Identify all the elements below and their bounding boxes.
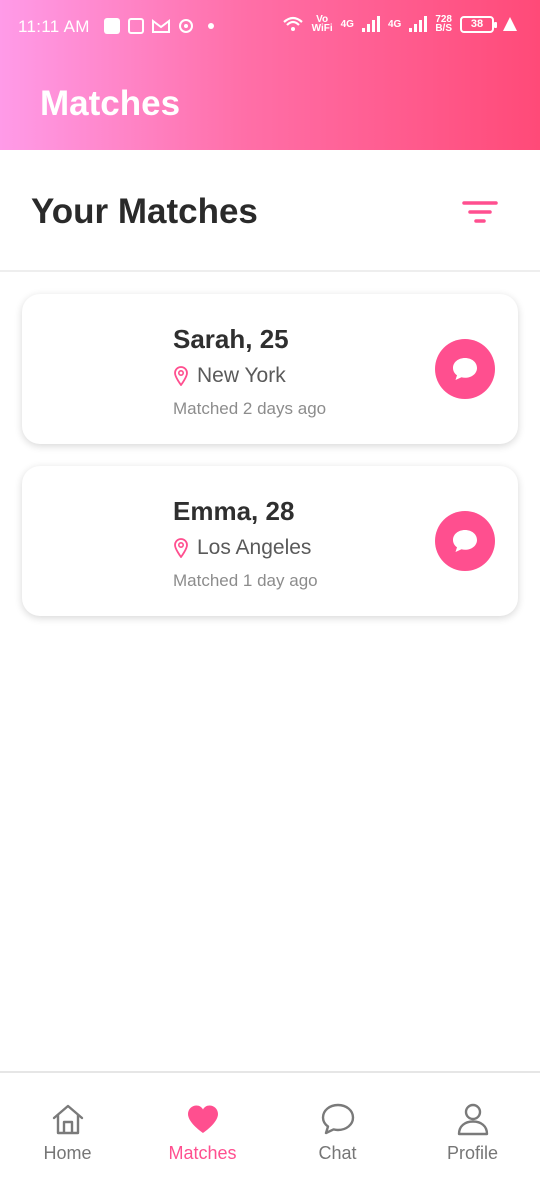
nav-home[interactable]: Home [0, 1073, 135, 1200]
section-header: Your Matches [0, 150, 540, 272]
nav-label: Chat [318, 1143, 357, 1163]
match-location: Los Angeles [173, 536, 311, 560]
gmail-icon [152, 19, 170, 33]
app-notification-icon [104, 18, 120, 34]
profile-icon [455, 1101, 491, 1137]
location-pin-icon [174, 366, 188, 386]
page-title: Your Matches [31, 192, 258, 231]
sim-icon [128, 18, 144, 34]
matched-time: Matched 1 day ago [173, 571, 318, 590]
match-name: Sarah, 25 [173, 324, 289, 354]
nav-profile[interactable]: Profile [405, 1073, 540, 1200]
signal-bars-1-icon [361, 16, 380, 32]
match-name: Emma, 28 [173, 496, 295, 526]
nav-label: Matches [168, 1143, 237, 1163]
match-location: New York [173, 364, 286, 388]
bottom-nav: Home Matches Chat Profile [0, 1071, 540, 1200]
match-card[interactable]: Sarah, 25 New York Matched 2 days ago [22, 294, 518, 444]
app-header: 11:11 AM Vo WiFi 4G 4G 728 B/S 38 Matche… [0, 0, 540, 150]
more-notifications-dot [208, 23, 214, 29]
nav-chat[interactable]: Chat [270, 1073, 405, 1200]
chat-bubble-icon [453, 358, 477, 380]
filter-button[interactable] [458, 192, 502, 232]
location-pin-icon [174, 538, 188, 558]
match-card[interactable]: Emma, 28 Los Angeles Matched 1 day ago [22, 466, 518, 616]
threads-icon [179, 19, 193, 33]
home-icon [50, 1101, 86, 1137]
chat-icon [320, 1101, 356, 1137]
alert-icon [503, 17, 517, 31]
network-speed: 728 B/S [435, 14, 452, 34]
nav-label: Profile [446, 1143, 499, 1163]
matches-list: Sarah, 25 New York Matched 2 days ago Em… [22, 294, 518, 638]
chat-button[interactable] [435, 511, 495, 571]
signal-bars-2-icon [409, 16, 428, 32]
filter-icon [462, 201, 498, 223]
heart-icon [185, 1101, 221, 1137]
nav-label: Home [43, 1143, 92, 1163]
notification-icons [104, 18, 214, 34]
signal-4g-label-1: 4G [340, 18, 354, 30]
location-text: Los Angeles [197, 536, 312, 559]
location-text: New York [197, 364, 286, 387]
signal-4g-label-2: 4G [387, 18, 402, 30]
battery-icon: 38 [460, 15, 497, 33]
status-bar: 11:11 AM Vo WiFi 4G 4G 728 B/S 38 [0, 0, 540, 56]
status-time: 11:11 AM [18, 17, 90, 36]
matched-time: Matched 2 days ago [173, 399, 327, 418]
status-right: Vo WiFi 4G 4G 728 B/S 38 [282, 14, 518, 34]
chat-button[interactable] [435, 339, 495, 399]
wifi-icon [282, 16, 303, 31]
chat-bubble-icon [453, 530, 477, 552]
nav-matches[interactable]: Matches [135, 1073, 270, 1200]
vowifi-label: Vo WiFi [311, 14, 333, 34]
app-title: Matches [40, 84, 181, 123]
